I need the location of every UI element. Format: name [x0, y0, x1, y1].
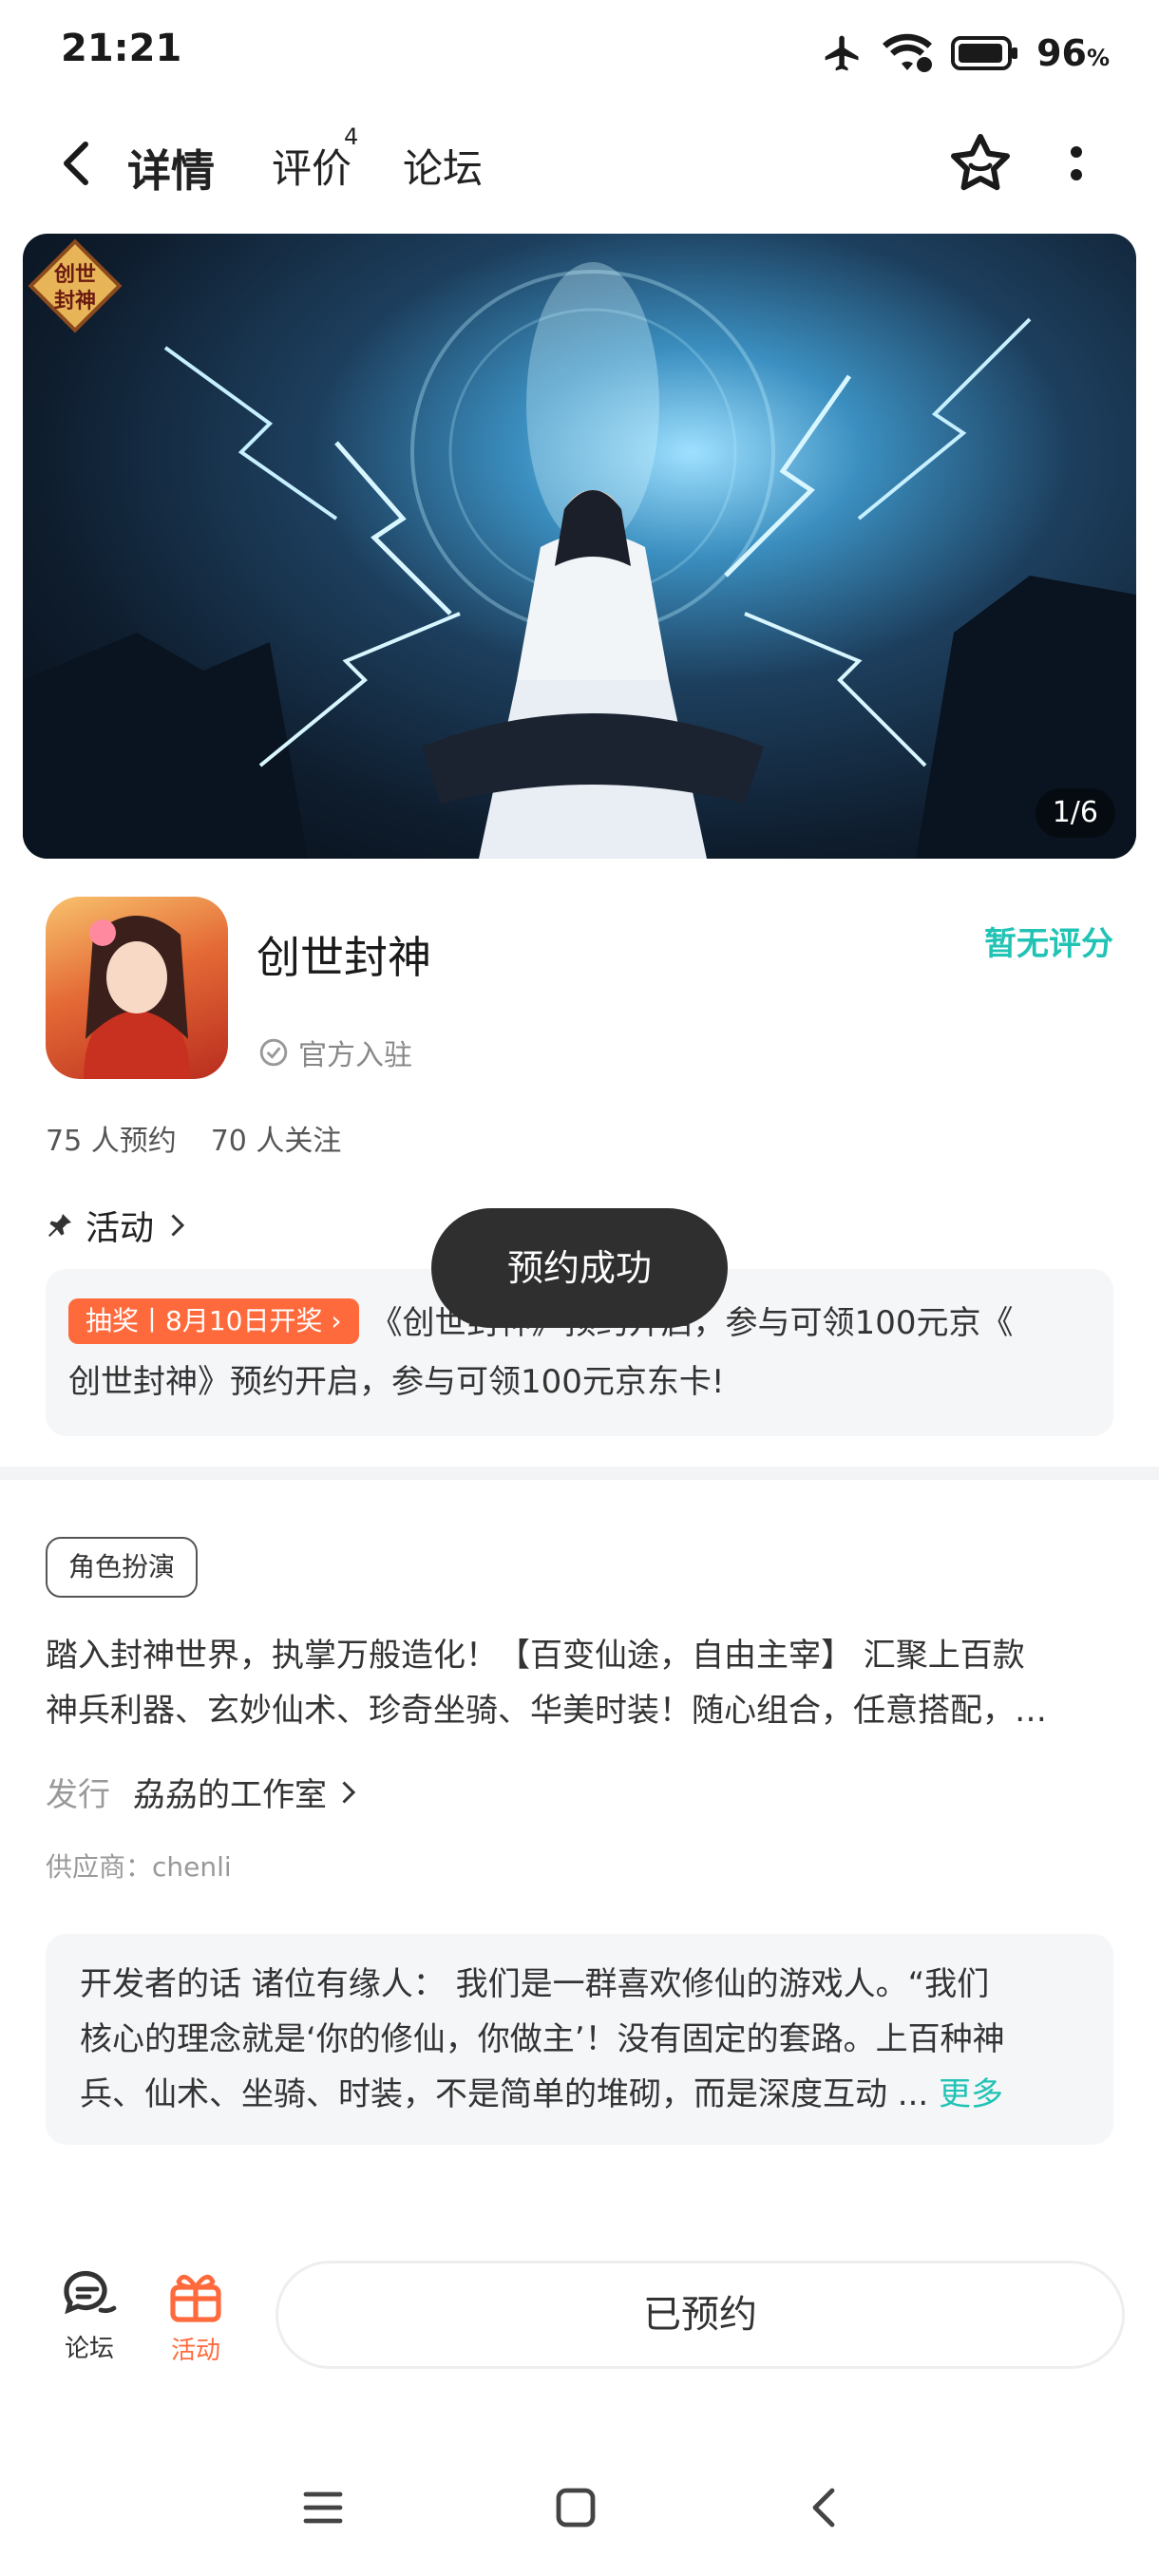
- wifi-icon: [883, 33, 933, 72]
- favorite-star-icon[interactable]: [946, 129, 1015, 198]
- tab-review[interactable]: 评价 4: [272, 123, 358, 195]
- bottom-action-bar: 论坛 活动 已预约: [0, 2232, 1159, 2422]
- status-icons: 96%: [822, 28, 1110, 78]
- top-nav: 详情 评价 4 论坛: [0, 114, 1159, 218]
- game-screenshot-banner[interactable]: 创世 封神 1/6: [23, 234, 1136, 859]
- banner-page-counter: 1/6: [1035, 788, 1115, 838]
- game-logo-emblem: 创世 封神: [28, 238, 123, 333]
- tab-detail[interactable]: 详情: [127, 137, 215, 199]
- more-link[interactable]: 更多: [939, 2075, 1003, 2113]
- publisher-row[interactable]: 发行 劦劦的工作室: [46, 1769, 359, 1815]
- activity-text-line2: 创世封神》预约开启，参与可领100元京东卡!: [68, 1363, 725, 1401]
- app-icon: [46, 897, 228, 1079]
- status-bar: 21:21 96%: [0, 0, 1159, 104]
- publisher-label: 发行: [46, 1776, 110, 1814]
- battery-icon: [951, 36, 1018, 70]
- app-stats: 75 人预约 70 人关注: [46, 1117, 341, 1159]
- chevron-right-icon: [342, 1780, 356, 1804]
- battery-level: 96%: [1036, 32, 1110, 74]
- developer-note-card[interactable]: 开发者的话 诸位有缘人： 我们是一群喜欢修仙的游戏人。“我们 核心的理念就是‘你…: [46, 1934, 1113, 2145]
- reserved-button[interactable]: 已预约: [276, 2261, 1125, 2369]
- menu-icon[interactable]: [300, 2485, 346, 2530]
- svg-text:封神: 封神: [54, 289, 96, 313]
- home-icon[interactable]: [553, 2485, 598, 2530]
- game-description[interactable]: 踏入封神世界，执掌万般造化！【百变仙途，自由主宰】 汇聚上百款 神兵利器、玄妙仙…: [46, 1628, 1117, 1738]
- svg-text:创世: 创世: [53, 263, 96, 287]
- follower-count: 70 人关注: [210, 1125, 342, 1158]
- rating-label: 暂无评分: [984, 925, 1113, 963]
- system-navigation-bar: [0, 2451, 1159, 2574]
- publisher-name: 劦劦的工作室: [133, 1776, 327, 1814]
- system-back-icon[interactable]: [804, 2485, 849, 2530]
- pin-icon: [48, 1214, 71, 1237]
- back-icon[interactable]: [49, 135, 106, 192]
- genre-tag[interactable]: 角色扮演: [46, 1537, 199, 1598]
- activity-section-header[interactable]: 活动: [46, 1201, 188, 1250]
- app-name: 创世封神: [256, 932, 431, 983]
- status-time: 21:21: [61, 27, 182, 70]
- verified-check-icon: [259, 1038, 288, 1067]
- lottery-tag: 抽奖丨8月10日开奖 ›: [68, 1298, 359, 1344]
- tab-forum[interactable]: 论坛: [403, 137, 483, 195]
- more-options-icon[interactable]: [1062, 135, 1091, 192]
- bottom-forum-button[interactable]: 论坛: [42, 2268, 137, 2364]
- forum-chat-icon: [64, 2270, 117, 2315]
- gift-icon: [170, 2274, 221, 2322]
- bottom-activity-button[interactable]: 活动: [148, 2268, 243, 2366]
- chevron-right-icon: [171, 1214, 185, 1237]
- supplier-info: 供应商：chenli: [46, 1851, 232, 1883]
- success-toast: 预约成功: [431, 1208, 728, 1328]
- section-divider: [0, 1467, 1159, 1480]
- reservation-count: 75 人预约: [46, 1125, 177, 1158]
- review-count-badge: 4: [344, 123, 359, 150]
- official-badge: 官方入驻: [258, 1032, 412, 1073]
- banner-artwork: [23, 262, 1136, 859]
- airplane-icon: [825, 35, 859, 71]
